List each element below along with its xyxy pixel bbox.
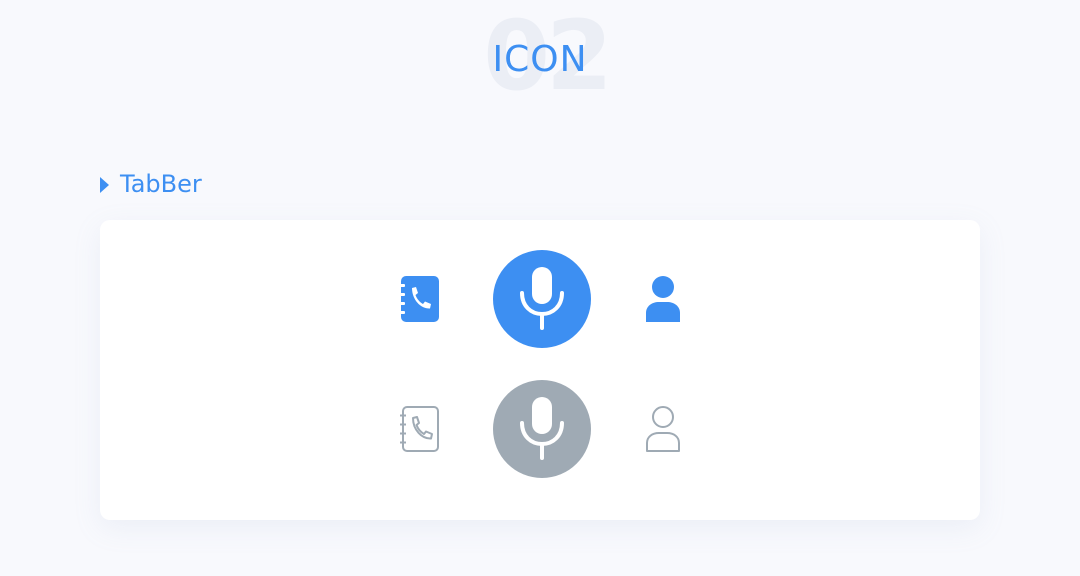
person-outline-icon[interactable] xyxy=(644,405,682,453)
contacts-book-outline-icon[interactable] xyxy=(400,406,440,452)
microphone-button[interactable] xyxy=(493,250,591,348)
section-heading: TabBer xyxy=(100,172,202,196)
caret-right-icon xyxy=(100,176,109,193)
page-title: ICON xyxy=(492,39,588,80)
tabbar-icons-card xyxy=(100,220,980,520)
microphone-icon xyxy=(520,267,564,330)
contacts-book-icon[interactable] xyxy=(400,276,440,322)
section-heading-label: TabBer xyxy=(120,170,202,198)
person-icon[interactable] xyxy=(644,275,682,323)
microphone-button-inactive[interactable] xyxy=(493,380,591,478)
microphone-inactive-icon xyxy=(520,397,564,460)
page-header: 02 ICON xyxy=(0,0,1080,120)
